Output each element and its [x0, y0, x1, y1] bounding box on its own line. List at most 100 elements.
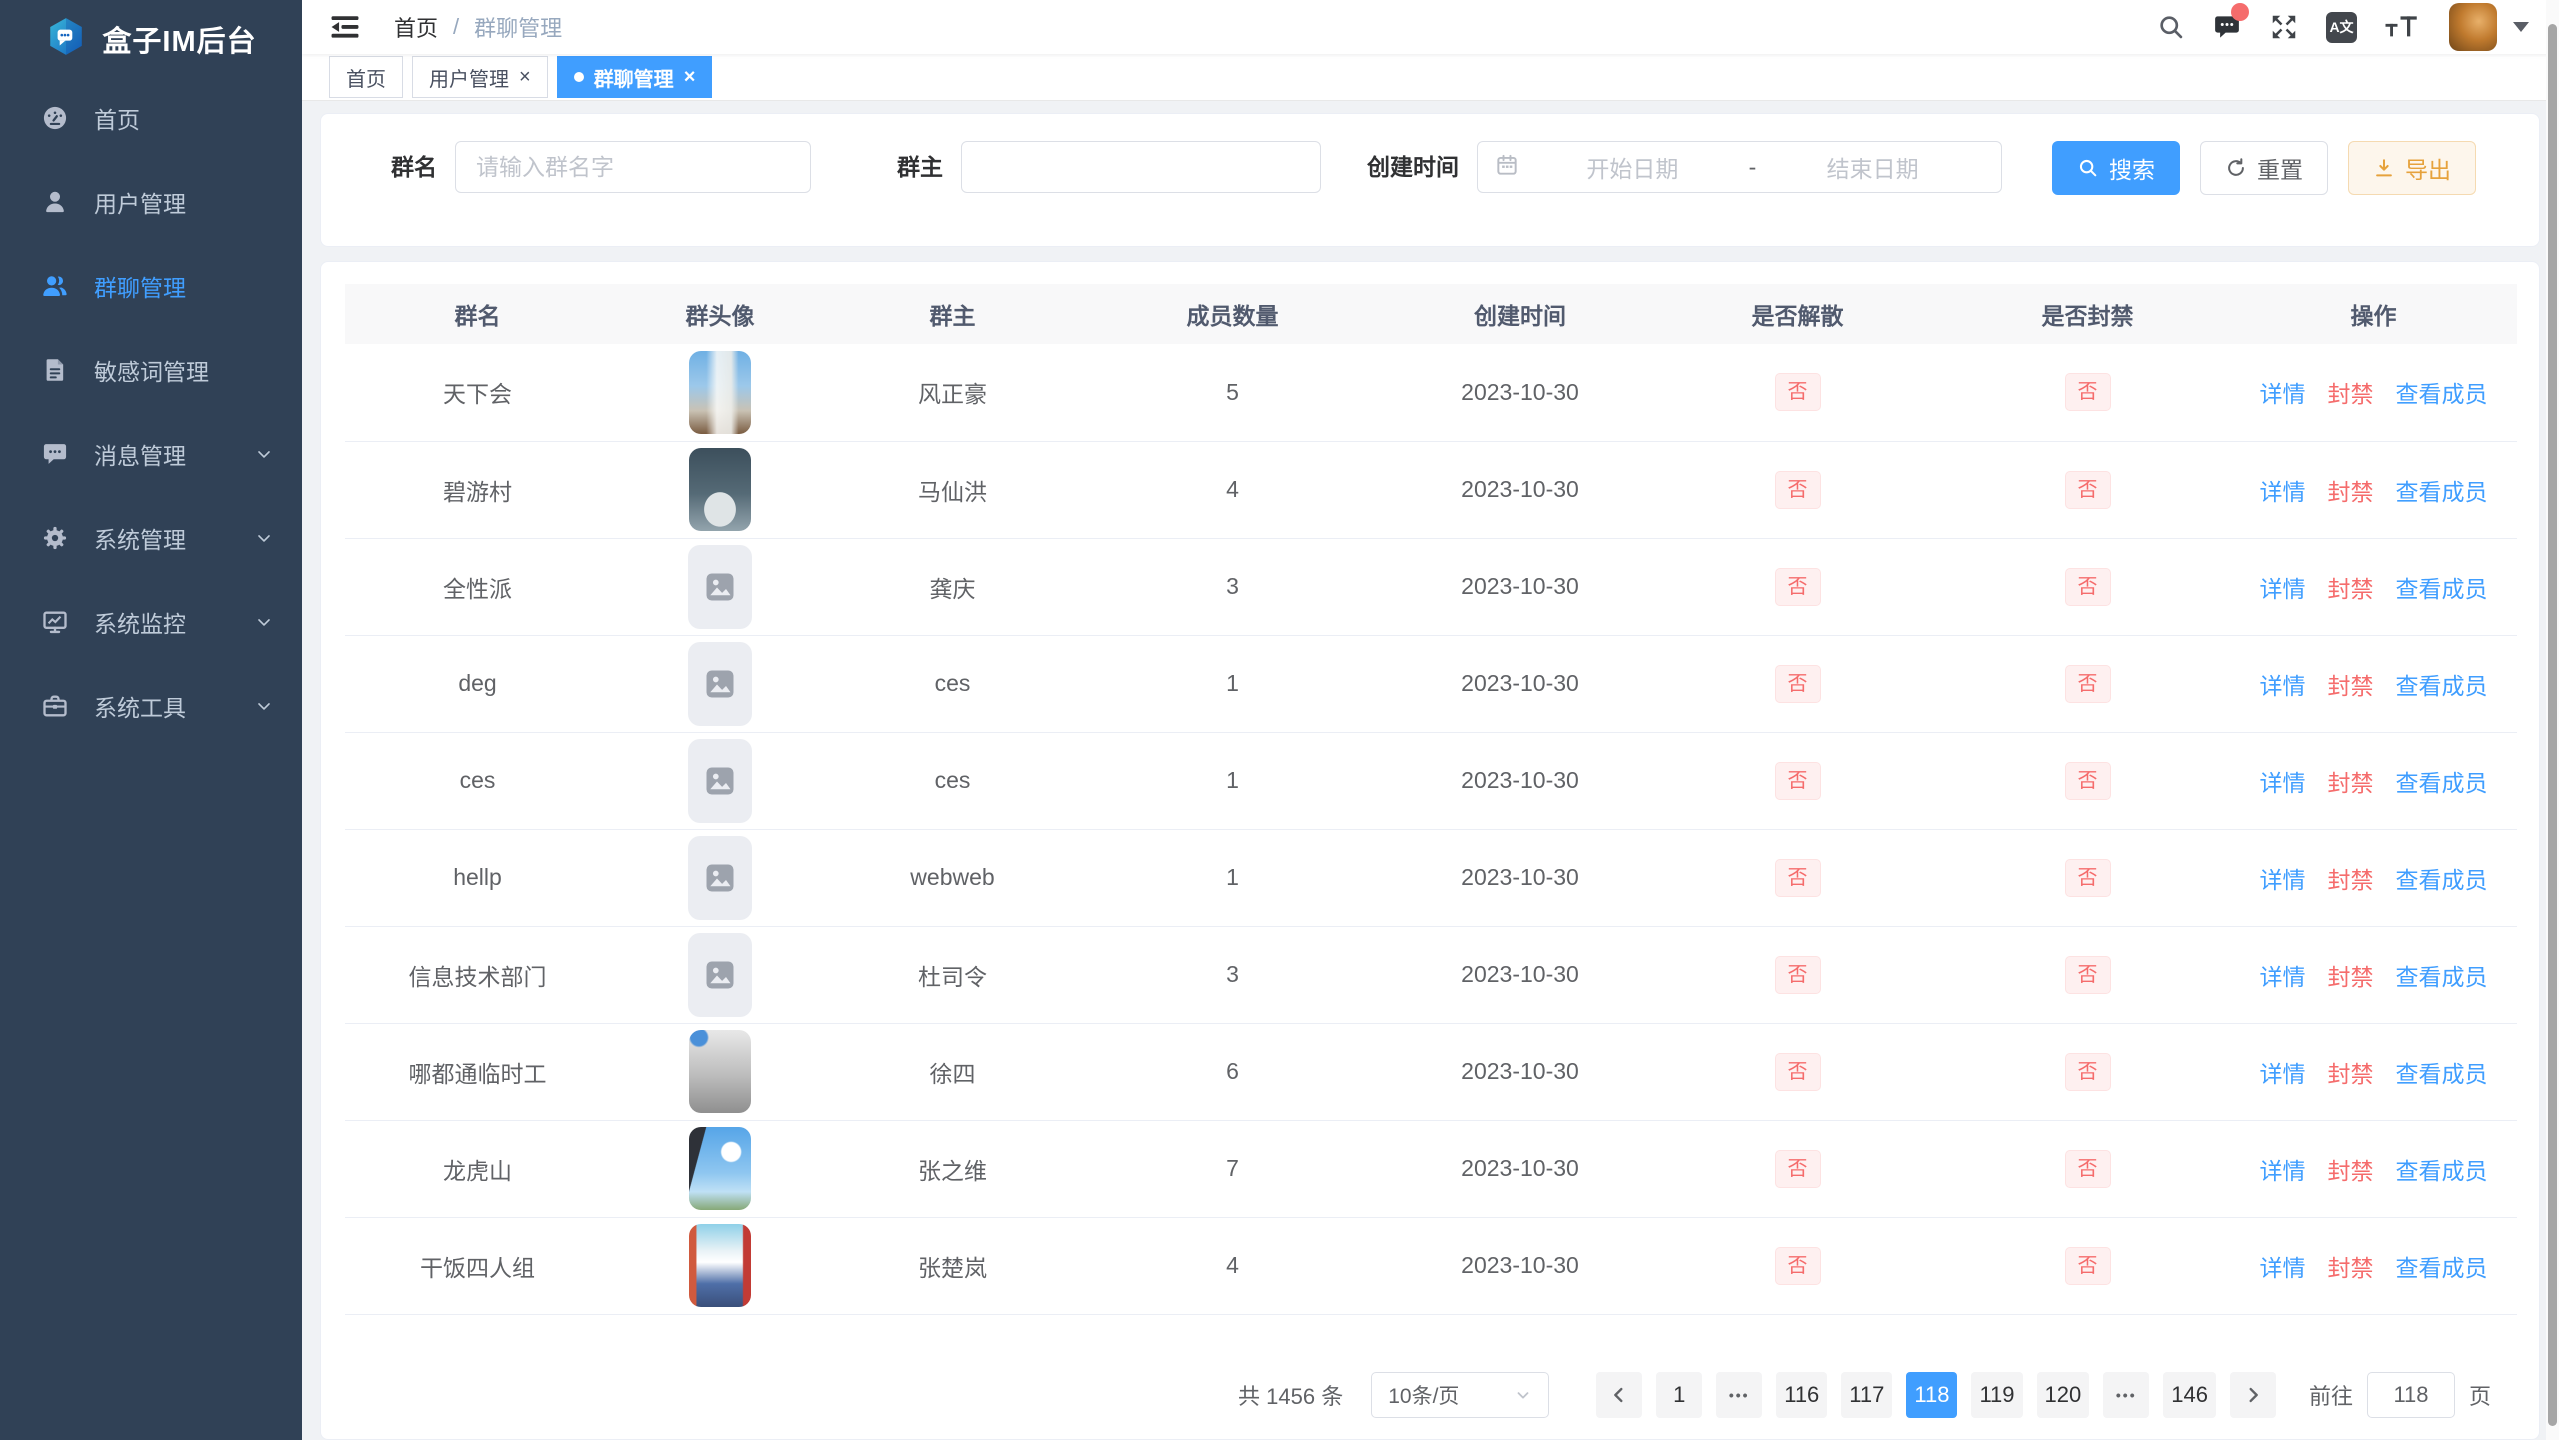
group-owner-input[interactable]: [961, 141, 1321, 193]
ban-link[interactable]: 封禁: [2328, 770, 2374, 796]
group-avatar-placeholder-icon[interactable]: [688, 933, 752, 1017]
pagination: 共 1456 条 10条/页 1•••116117118119120•••146…: [345, 1372, 2491, 1418]
group-avatar-placeholder-icon[interactable]: [688, 739, 752, 823]
sidebar-item-groups[interactable]: 群聊管理: [0, 244, 302, 328]
group-avatar-image[interactable]: [689, 351, 751, 434]
group-avatar-placeholder-icon[interactable]: [688, 836, 752, 920]
ban-link[interactable]: 封禁: [2328, 479, 2374, 505]
page-button-117[interactable]: 117: [1841, 1372, 1892, 1418]
tab-user-management[interactable]: 用户管理 ×: [412, 56, 548, 98]
banned-badge: 否: [2065, 956, 2111, 994]
page-button-146[interactable]: 146: [2163, 1372, 2216, 1418]
jump-page-input[interactable]: [2367, 1372, 2455, 1418]
group-avatar-image[interactable]: [689, 1030, 751, 1113]
detail-link[interactable]: 详情: [2260, 1061, 2306, 1087]
page-button-1[interactable]: 1: [1656, 1372, 1702, 1418]
message-icon[interactable]: [2212, 12, 2242, 42]
end-date-placeholder[interactable]: 结束日期: [1760, 150, 1985, 184]
detail-link[interactable]: 详情: [2260, 1158, 2306, 1184]
ban-link[interactable]: 封禁: [2328, 381, 2374, 407]
scrollbar-thumb[interactable]: [2548, 24, 2557, 1426]
detail-link[interactable]: 详情: [2260, 1255, 2306, 1281]
group-avatar-image[interactable]: [689, 1127, 751, 1210]
sidebar-toggle-button[interactable]: [328, 10, 362, 44]
group-avatar-image[interactable]: [689, 448, 751, 531]
view-members-link[interactable]: 查看成员: [2396, 1158, 2488, 1184]
sidebar-item-sensitive-words[interactable]: 敏感词管理: [0, 328, 302, 412]
view-members-link[interactable]: 查看成员: [2396, 770, 2488, 796]
view-members-link[interactable]: 查看成员: [2396, 1061, 2488, 1087]
search-button[interactable]: 搜索: [2052, 141, 2180, 195]
ban-link[interactable]: 封禁: [2328, 673, 2374, 699]
table-row: 龙虎山张之维72023-10-30否否详情封禁查看成员: [345, 1120, 2517, 1217]
table-row: 干饭四人组张楚岚42023-10-30否否详情封禁查看成员: [345, 1217, 2517, 1314]
font-size-icon[interactable]: [2384, 12, 2422, 42]
ban-link[interactable]: 封禁: [2328, 1255, 2374, 1281]
sidebar-menu: 首页 用户管理 群聊管理: [0, 76, 302, 748]
translate-icon[interactable]: A文: [2326, 12, 2357, 43]
ban-link[interactable]: 封禁: [2328, 576, 2374, 602]
detail-link[interactable]: 详情: [2260, 673, 2306, 699]
more-pages-icon[interactable]: •••: [1716, 1372, 1762, 1418]
caret-down-icon: [2513, 22, 2529, 32]
ban-link[interactable]: 封禁: [2328, 1061, 2374, 1087]
view-members-link[interactable]: 查看成员: [2396, 381, 2488, 407]
sidebar-item-users[interactable]: 用户管理: [0, 160, 302, 244]
detail-link[interactable]: 详情: [2260, 576, 2306, 602]
detail-link[interactable]: 详情: [2260, 867, 2306, 893]
table-row: 信息技术部门杜司令32023-10-30否否详情封禁查看成员: [345, 926, 2517, 1023]
detail-link[interactable]: 详情: [2260, 381, 2306, 407]
ban-link[interactable]: 封禁: [2328, 964, 2374, 990]
created-time-cell: 2023-10-30: [1390, 635, 1650, 732]
monitor-icon: [40, 607, 70, 637]
column-header: 操作: [2230, 284, 2517, 344]
next-page-button[interactable]: [2230, 1372, 2276, 1418]
group-avatar-image[interactable]: [689, 1224, 751, 1307]
group-name-input[interactable]: [455, 141, 811, 193]
export-button[interactable]: 导出: [2348, 141, 2476, 195]
member-count-cell: 4: [1075, 441, 1390, 538]
view-members-link[interactable]: 查看成员: [2396, 576, 2488, 602]
column-header: 成员数量: [1075, 284, 1390, 344]
tab-group-management[interactable]: 群聊管理 ×: [557, 56, 713, 98]
detail-link[interactable]: 详情: [2260, 964, 2306, 990]
user-menu[interactable]: [2449, 3, 2529, 51]
prev-page-button[interactable]: [1596, 1372, 1642, 1418]
group-icon: [40, 271, 70, 301]
view-members-link[interactable]: 查看成员: [2396, 673, 2488, 699]
close-icon[interactable]: ×: [684, 67, 696, 87]
detail-link[interactable]: 详情: [2260, 770, 2306, 796]
view-members-link[interactable]: 查看成员: [2396, 479, 2488, 505]
app-root: 盒子IM后台 首页 用户管理: [0, 0, 2559, 1440]
column-header: 是否解散: [1650, 284, 1945, 344]
date-range-picker[interactable]: 开始日期 - 结束日期: [1477, 141, 2002, 193]
page-button-120[interactable]: 120: [2037, 1372, 2090, 1418]
sidebar-item-home[interactable]: 首页: [0, 76, 302, 160]
sidebar-item-label: 首页: [94, 101, 140, 135]
more-pages-icon[interactable]: •••: [2103, 1372, 2149, 1418]
close-icon[interactable]: ×: [519, 67, 531, 87]
view-members-link[interactable]: 查看成员: [2396, 964, 2488, 990]
detail-link[interactable]: 详情: [2260, 479, 2306, 505]
sidebar-item-messages[interactable]: 消息管理: [0, 412, 302, 496]
tab-home[interactable]: 首页: [329, 56, 403, 98]
start-date-placeholder[interactable]: 开始日期: [1520, 150, 1745, 184]
logo[interactable]: 盒子IM后台: [0, 0, 302, 78]
page-size-select[interactable]: 10条/页: [1371, 1372, 1549, 1418]
page-button-118[interactable]: 118: [1906, 1372, 1957, 1418]
sidebar-item-system-tools[interactable]: 系统工具: [0, 664, 302, 748]
ban-link[interactable]: 封禁: [2328, 1158, 2374, 1184]
breadcrumb-home[interactable]: 首页: [394, 11, 438, 43]
group-avatar-placeholder-icon[interactable]: [688, 545, 752, 629]
ban-link[interactable]: 封禁: [2328, 867, 2374, 893]
reset-button[interactable]: 重置: [2200, 141, 2328, 195]
group-avatar-placeholder-icon[interactable]: [688, 642, 752, 726]
view-members-link[interactable]: 查看成员: [2396, 867, 2488, 893]
page-button-119[interactable]: 119: [1971, 1372, 2022, 1418]
page-button-116[interactable]: 116: [1776, 1372, 1827, 1418]
view-members-link[interactable]: 查看成员: [2396, 1255, 2488, 1281]
sidebar-item-system-management[interactable]: 系统管理: [0, 496, 302, 580]
search-icon[interactable]: [2157, 13, 2185, 41]
fullscreen-icon[interactable]: [2269, 12, 2299, 42]
sidebar-item-system-monitor[interactable]: 系统监控: [0, 580, 302, 664]
